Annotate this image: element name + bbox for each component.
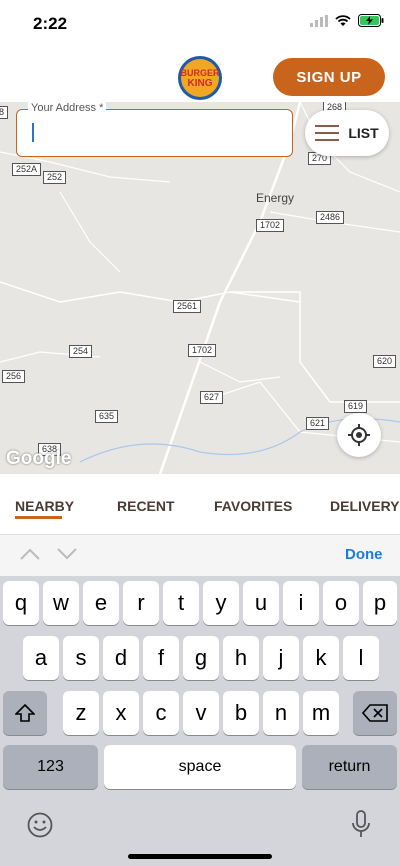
road-label: 620 — [373, 355, 397, 368]
shift-key[interactable] — [3, 691, 47, 735]
road-label: 621 — [306, 417, 330, 430]
status-bar: 2:22 — [0, 0, 400, 46]
store-tabs: NEARBY RECENT FAVORITES DELIVERY — [0, 474, 400, 535]
key[interactable]: h — [223, 636, 259, 680]
sign-up-button[interactable]: SIGN UP — [273, 58, 385, 96]
key[interactable]: v — [183, 691, 219, 735]
address-input[interactable] — [30, 120, 284, 146]
key[interactable]: y — [203, 581, 239, 625]
key[interactable]: p — [363, 581, 397, 625]
key[interactable]: j — [263, 636, 299, 680]
text-caret — [32, 123, 34, 142]
key[interactable]: d — [103, 636, 139, 680]
key[interactable]: q — [3, 581, 39, 625]
emoji-icon[interactable] — [27, 812, 53, 838]
place-label: Energy — [256, 191, 295, 205]
tab-delivery[interactable]: DELIVERY — [330, 498, 400, 514]
chevron-up-icon[interactable] — [20, 548, 40, 560]
road-label: 8 — [0, 106, 9, 119]
menu-icon — [315, 125, 340, 141]
list-button[interactable]: LIST — [305, 110, 389, 156]
tab-recent[interactable]: RECENT — [117, 498, 175, 514]
road-label: 252 — [43, 171, 67, 184]
done-button[interactable]: Done — [345, 546, 383, 563]
road-label: 2561 — [173, 300, 202, 313]
keyboard: q w e r t y u i o p a s d f g h j k l z … — [0, 576, 400, 866]
numbers-key[interactable]: 123 — [3, 745, 98, 789]
status-icons — [310, 14, 384, 27]
tab-nearby[interactable]: NEARBY — [15, 498, 74, 514]
road-label: 254 — [69, 345, 93, 358]
key[interactable]: x — [103, 691, 139, 735]
chevron-down-icon[interactable] — [57, 548, 77, 560]
space-key[interactable]: space — [104, 745, 296, 789]
key[interactable]: z — [63, 691, 99, 735]
backspace-icon — [362, 704, 388, 722]
key[interactable]: f — [143, 636, 179, 680]
battery-charging-icon — [358, 14, 384, 27]
key[interactable]: u — [243, 581, 279, 625]
shift-icon — [15, 704, 35, 722]
keyboard-accessory-bar — [0, 534, 400, 577]
key[interactable]: b — [223, 691, 259, 735]
key[interactable]: o — [323, 581, 359, 625]
key[interactable]: i — [283, 581, 319, 625]
key[interactable]: e — [83, 581, 119, 625]
road-label: 2486 — [316, 211, 345, 224]
key[interactable]: c — [143, 691, 179, 735]
crosshair-icon — [348, 424, 370, 446]
key[interactable]: n — [263, 691, 299, 735]
map-roads — [0, 102, 400, 474]
key[interactable]: l — [343, 636, 379, 680]
tab-favorites[interactable]: FAVORITES — [214, 498, 292, 514]
burger-king-logo: BURGER KING — [178, 56, 222, 100]
key[interactable]: r — [123, 581, 159, 625]
key[interactable]: t — [163, 581, 199, 625]
map-view[interactable]: Energy 8 268 252A 252 270 2486 1702 2561… — [0, 102, 400, 474]
key[interactable]: k — [303, 636, 339, 680]
cellular-icon — [310, 14, 328, 27]
road-label: 1702 — [188, 344, 217, 357]
svg-text:KING: KING — [188, 78, 213, 89]
svg-text:BURGER: BURGER — [180, 68, 220, 78]
road-label: 619 — [344, 400, 368, 413]
key[interactable]: w — [43, 581, 79, 625]
road-label: 627 — [200, 391, 224, 404]
google-attribution: Google — [6, 448, 72, 469]
list-label: LIST — [348, 125, 379, 141]
wifi-icon — [335, 14, 351, 26]
key[interactable]: s — [63, 636, 99, 680]
locate-button[interactable] — [337, 413, 381, 457]
road-label: 252A — [12, 163, 42, 176]
microphone-icon[interactable] — [351, 810, 371, 838]
road-label: 256 — [2, 370, 26, 383]
delete-key[interactable] — [353, 691, 397, 735]
address-label: Your Address * — [28, 102, 107, 114]
active-tab-indicator — [15, 516, 62, 519]
road-label: 635 — [95, 410, 119, 423]
return-key[interactable]: return — [302, 745, 397, 789]
road-label: 1702 — [256, 219, 285, 232]
key[interactable]: g — [183, 636, 219, 680]
status-time: 2:22 — [33, 14, 68, 33]
home-indicator — [128, 854, 272, 859]
key[interactable]: m — [303, 691, 339, 735]
key[interactable]: a — [23, 636, 59, 680]
